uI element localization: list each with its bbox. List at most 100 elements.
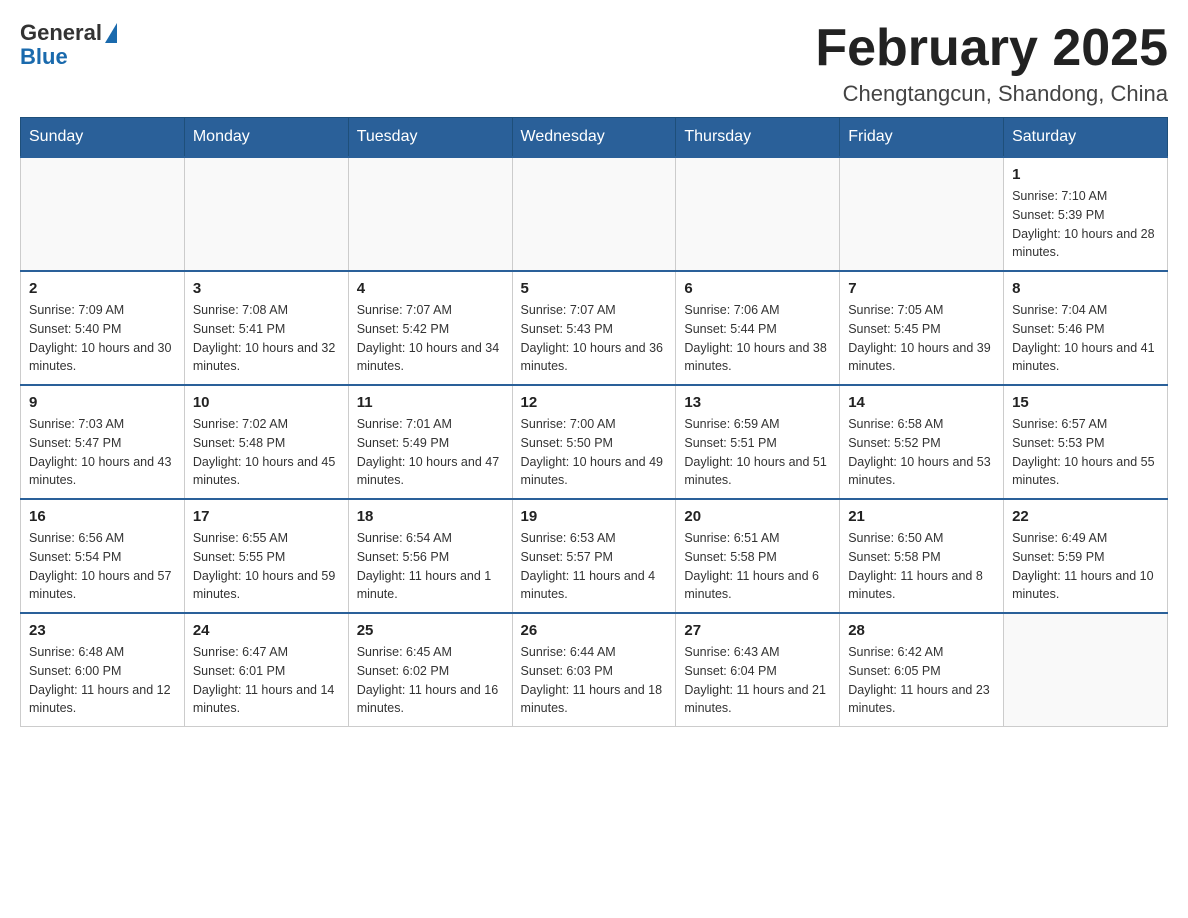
- day-number: 26: [521, 622, 668, 639]
- day-info: Sunrise: 6:45 AM Sunset: 6:02 PM Dayligh…: [357, 643, 504, 718]
- week-row-1: 1Sunrise: 7:10 AM Sunset: 5:39 PM Daylig…: [21, 157, 1168, 271]
- calendar-cell: 14 Sunrise: 6:58 AM Sunset: 5:52 PM Dayli…: [840, 385, 1004, 499]
- weekday-header-thursday: Thursday: [676, 118, 840, 158]
- logo-triangle-icon: [105, 23, 117, 43]
- calendar-cell: 21Sunrise: 6:50 AM Sunset: 5:58 PM Dayli…: [840, 499, 1004, 613]
- day-info: Sunrise: 6:49 AM Sunset: 5:59 PM Dayligh…: [1012, 529, 1159, 604]
- day-number: 22: [1012, 508, 1159, 525]
- day-info: Sunrise: 6:57 AM Sunset: 5:53 PM Dayligh…: [1012, 415, 1159, 490]
- day-number: 11: [357, 394, 504, 411]
- day-number: 16: [29, 508, 176, 525]
- location-subtitle: Chengtangcun, Shandong, China: [815, 81, 1168, 107]
- calendar-cell: 20 Sunrise: 6:51 AM Sunset: 5:58 PM Dayli…: [676, 499, 840, 613]
- day-number: 25: [357, 622, 504, 639]
- day-info: Sunrise: 6:44 AM Sunset: 6:03 PM Dayligh…: [521, 643, 668, 718]
- day-number: 9: [29, 394, 176, 411]
- day-info: Sunrise: 6:58 AM Sunset: 5:52 PM Dayligh…: [848, 415, 995, 490]
- day-info: Sunrise: 7:07 AM Sunset: 5:43 PM Dayligh…: [521, 301, 668, 376]
- day-info: Sunrise: 7:09 AM Sunset: 5:40 PM Dayligh…: [29, 301, 176, 376]
- day-number: 20: [684, 508, 831, 525]
- day-number: 3: [193, 280, 340, 297]
- day-info: Sunrise: 6:53 AM Sunset: 5:57 PM Dayligh…: [521, 529, 668, 604]
- day-number: 27: [684, 622, 831, 639]
- day-info: Sunrise: 7:06 AM Sunset: 5:44 PM Dayligh…: [684, 301, 831, 376]
- day-info: Sunrise: 7:00 AM Sunset: 5:50 PM Dayligh…: [521, 415, 668, 490]
- day-number: 12: [521, 394, 668, 411]
- day-number: 8: [1012, 280, 1159, 297]
- day-info: Sunrise: 6:47 AM Sunset: 6:01 PM Dayligh…: [193, 643, 340, 718]
- calendar-cell: 22 Sunrise: 6:49 AM Sunset: 5:59 PM Dayli…: [1004, 499, 1168, 613]
- title-section: February 2025 Chengtangcun, Shandong, Ch…: [815, 20, 1168, 107]
- calendar-cell: 13Sunrise: 6:59 AM Sunset: 5:51 PM Dayli…: [676, 385, 840, 499]
- day-number: 10: [193, 394, 340, 411]
- week-row-2: 2Sunrise: 7:09 AM Sunset: 5:40 PM Daylig…: [21, 271, 1168, 385]
- day-number: 14: [848, 394, 995, 411]
- calendar-cell: [512, 157, 676, 271]
- day-number: 4: [357, 280, 504, 297]
- weekday-header-saturday: Saturday: [1004, 118, 1168, 158]
- calendar-cell: 19 Sunrise: 6:53 AM Sunset: 5:57 PM Dayli…: [512, 499, 676, 613]
- day-info: Sunrise: 6:54 AM Sunset: 5:56 PM Dayligh…: [357, 529, 504, 604]
- calendar-cell: 7 Sunrise: 7:05 AM Sunset: 5:45 PM Daylig…: [840, 271, 1004, 385]
- day-number: 17: [193, 508, 340, 525]
- day-number: 28: [848, 622, 995, 639]
- calendar-cell: 2Sunrise: 7:09 AM Sunset: 5:40 PM Daylig…: [21, 271, 185, 385]
- calendar-cell: 8 Sunrise: 7:04 AM Sunset: 5:46 PM Daylig…: [1004, 271, 1168, 385]
- calendar-cell: 16 Sunrise: 6:56 AM Sunset: 5:54 PM Dayli…: [21, 499, 185, 613]
- weekday-header-row: SundayMondayTuesdayWednesdayThursdayFrid…: [21, 118, 1168, 158]
- calendar-cell: 24 Sunrise: 6:47 AM Sunset: 6:01 PM Dayli…: [184, 613, 348, 727]
- day-number: 21: [848, 508, 995, 525]
- day-info: Sunrise: 6:42 AM Sunset: 6:05 PM Dayligh…: [848, 643, 995, 718]
- calendar-cell: 28 Sunrise: 6:42 AM Sunset: 6:05 PM Dayli…: [840, 613, 1004, 727]
- calendar-cell: 10 Sunrise: 7:02 AM Sunset: 5:48 PM Dayli…: [184, 385, 348, 499]
- weekday-header-sunday: Sunday: [21, 118, 185, 158]
- calendar-cell: 27 Sunrise: 6:43 AM Sunset: 6:04 PM Dayli…: [676, 613, 840, 727]
- week-row-4: 16 Sunrise: 6:56 AM Sunset: 5:54 PM Dayli…: [21, 499, 1168, 613]
- calendar-cell: [348, 157, 512, 271]
- day-info: Sunrise: 6:55 AM Sunset: 5:55 PM Dayligh…: [193, 529, 340, 604]
- day-number: 6: [684, 280, 831, 297]
- weekday-header-tuesday: Tuesday: [348, 118, 512, 158]
- day-info: Sunrise: 7:04 AM Sunset: 5:46 PM Dayligh…: [1012, 301, 1159, 376]
- page-header: General Blue February 2025 Chengtangcun,…: [20, 20, 1168, 107]
- calendar-cell: 11 Sunrise: 7:01 AM Sunset: 5:49 PM Dayli…: [348, 385, 512, 499]
- day-info: Sunrise: 6:56 AM Sunset: 5:54 PM Dayligh…: [29, 529, 176, 604]
- logo: General Blue: [20, 20, 117, 70]
- weekday-header-wednesday: Wednesday: [512, 118, 676, 158]
- day-info: Sunrise: 6:59 AM Sunset: 5:51 PM Dayligh…: [684, 415, 831, 490]
- calendar-table: SundayMondayTuesdayWednesdayThursdayFrid…: [20, 117, 1168, 727]
- calendar-cell: 5 Sunrise: 7:07 AM Sunset: 5:43 PM Daylig…: [512, 271, 676, 385]
- calendar-cell: 9 Sunrise: 7:03 AM Sunset: 5:47 PM Daylig…: [21, 385, 185, 499]
- day-info: Sunrise: 7:02 AM Sunset: 5:48 PM Dayligh…: [193, 415, 340, 490]
- day-info: Sunrise: 6:43 AM Sunset: 6:04 PM Dayligh…: [684, 643, 831, 718]
- calendar-cell: 15 Sunrise: 6:57 AM Sunset: 5:53 PM Dayli…: [1004, 385, 1168, 499]
- day-number: 7: [848, 280, 995, 297]
- logo-general-text: General: [20, 20, 102, 46]
- calendar-cell: [1004, 613, 1168, 727]
- day-number: 1: [1012, 166, 1159, 183]
- day-number: 24: [193, 622, 340, 639]
- day-info: Sunrise: 6:48 AM Sunset: 6:00 PM Dayligh…: [29, 643, 176, 718]
- day-info: Sunrise: 7:03 AM Sunset: 5:47 PM Dayligh…: [29, 415, 176, 490]
- day-number: 18: [357, 508, 504, 525]
- calendar-cell: 4 Sunrise: 7:07 AM Sunset: 5:42 PM Daylig…: [348, 271, 512, 385]
- calendar-cell: [676, 157, 840, 271]
- calendar-cell: 18 Sunrise: 6:54 AM Sunset: 5:56 PM Dayli…: [348, 499, 512, 613]
- month-year-title: February 2025: [815, 20, 1168, 77]
- calendar-cell: [184, 157, 348, 271]
- day-info: Sunrise: 7:05 AM Sunset: 5:45 PM Dayligh…: [848, 301, 995, 376]
- calendar-cell: 17 Sunrise: 6:55 AM Sunset: 5:55 PM Dayli…: [184, 499, 348, 613]
- weekday-header-friday: Friday: [840, 118, 1004, 158]
- day-number: 15: [1012, 394, 1159, 411]
- calendar-cell: 6 Sunrise: 7:06 AM Sunset: 5:44 PM Daylig…: [676, 271, 840, 385]
- day-number: 19: [521, 508, 668, 525]
- day-info: Sunrise: 6:51 AM Sunset: 5:58 PM Dayligh…: [684, 529, 831, 604]
- weekday-header-monday: Monday: [184, 118, 348, 158]
- calendar-cell: [840, 157, 1004, 271]
- day-info: Sunrise: 7:07 AM Sunset: 5:42 PM Dayligh…: [357, 301, 504, 376]
- day-number: 5: [521, 280, 668, 297]
- week-row-5: 23 Sunrise: 6:48 AM Sunset: 6:00 PM Dayli…: [21, 613, 1168, 727]
- day-info: Sunrise: 7:01 AM Sunset: 5:49 PM Dayligh…: [357, 415, 504, 490]
- day-number: 23: [29, 622, 176, 639]
- calendar-cell: 1Sunrise: 7:10 AM Sunset: 5:39 PM Daylig…: [1004, 157, 1168, 271]
